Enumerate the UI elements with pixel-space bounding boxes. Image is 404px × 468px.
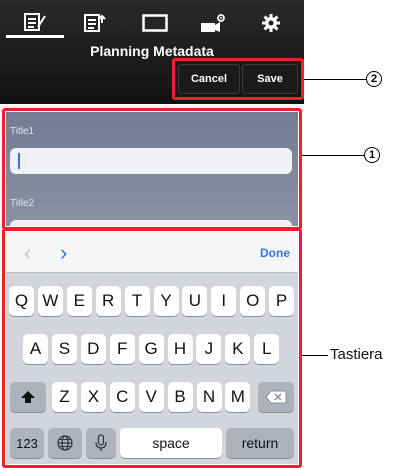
callout-1: 1 [364,147,380,163]
page-title: Planning Metadata [90,43,214,59]
callout-line-1 [302,155,364,156]
callout-line-2 [304,79,366,80]
gear-icon [262,14,280,32]
screen-icon [142,14,168,32]
tab-bar [0,8,304,42]
metadata-export-icon [84,14,106,32]
tab-screen[interactable] [126,8,184,38]
save-cancel-highlight [172,58,304,100]
keyboard-label: Tastiera [330,346,383,363]
camera-settings-icon [201,14,225,32]
callout-2: 2 [366,71,382,87]
tab-metadata-edit[interactable] [6,8,64,38]
keyboard-highlight [2,228,302,468]
tab-camera-settings[interactable] [184,8,242,38]
metadata-edit-icon [24,12,46,31]
tab-metadata-export[interactable] [66,8,124,38]
callout-line-keyboard [302,355,328,356]
phone-screen: Planning Metadata Cancel Save Title1 Tit… [0,0,304,468]
tab-settings[interactable] [242,8,300,38]
form-highlight [2,108,302,230]
